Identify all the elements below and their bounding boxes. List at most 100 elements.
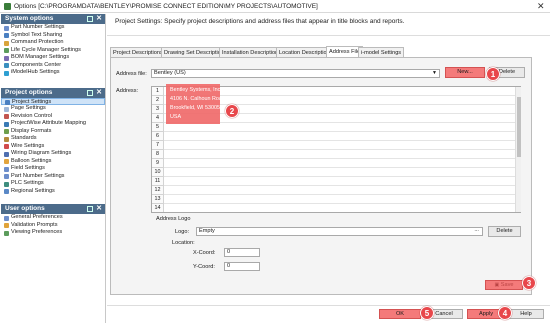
logo-group-label: Address Logo [156,216,191,222]
address-file-value: Bentley (US) [154,70,186,76]
line-number: 10 [152,168,164,177]
sidebar-item-wiring-diagram[interactable]: Wiring Diagram Settings [1,150,105,158]
viewing-icon [4,230,9,236]
sidebar-item-viewing-preferences[interactable]: Viewing Preferences [1,229,105,237]
wiring-diagram-icon [4,151,9,157]
plc-icon [4,181,9,187]
line-number: 8 [152,150,164,159]
ycoord-input[interactable]: 0 [224,262,260,271]
line-number: 7 [152,141,164,150]
sidebar-item-page-settings[interactable]: Page Settings [1,105,105,113]
standards-icon [4,136,9,142]
address-line: Bentley Systems, Inc. [170,87,222,93]
xcoord-label: X-Coord: [193,250,216,256]
collapse-icon[interactable]: ✕ [96,88,102,98]
sidebar-item-display-formats[interactable]: Display Formats [1,128,105,136]
save-label: Save [500,282,514,288]
app-icon [4,3,11,10]
system-options-group: System options ✕ Part Number Settings Sy… [1,14,105,77]
components-icon [4,63,9,68]
tab-installation-descriptions[interactable]: Installation Descriptions [219,47,285,57]
sidebar-item-wire-settings[interactable]: Wire Settings [1,143,105,151]
user-options-header[interactable]: User options ✕ [1,204,105,214]
title-bar: Options [C:\PROGRAMDATA\BENTLEY\PROMISE … [0,0,550,13]
line-number: 1 [152,87,164,96]
symbol-icon [4,33,9,38]
part-number-icon [4,25,9,31]
save-icon: ▣ [494,282,500,288]
sidebar-item-plc-settings[interactable]: PLC Settings [1,180,105,188]
pin-icon[interactable] [87,89,93,96]
pin-icon[interactable] [87,206,93,212]
revision-icon [4,114,9,119]
collapse-icon[interactable]: ✕ [96,204,102,214]
sidebar-item-life-cycle-manager[interactable]: Life Cycle Manager Settings [1,47,105,55]
sidebar-item-components-center[interactable]: Components Center [1,62,105,70]
address-scrollbar[interactable] [515,87,521,212]
system-options-header[interactable]: System options ✕ [1,14,105,24]
sidebar-item-balloon-settings[interactable]: Balloon Settings [1,158,105,166]
line-number: 4 [152,114,164,123]
sidebar-item-standards[interactable]: Standards [1,135,105,143]
logo-value: Empty [199,228,215,234]
close-icon[interactable]: ✕ [537,1,545,12]
preferences-icon [4,215,9,221]
sidebar-item-symbol-text-sharing[interactable]: Symbol Text Sharing [1,32,105,40]
user-options-title: User options [5,205,45,212]
sidebar-item-bom-manager[interactable]: BOM Manager Settings [1,54,105,62]
logo-field[interactable]: Empty ... [196,227,483,236]
line-number: 13 [152,195,164,204]
sidebar-item-general-preferences[interactable]: General Preferences [1,214,105,222]
location-label: Location: [172,240,195,246]
sidebar-item-projectwise-mapping[interactable]: ProjectWise Attribute Mapping [1,120,105,128]
new-button[interactable]: New... [445,67,485,78]
line-number: 6 [152,132,164,141]
chevron-down-icon: ▼ [432,70,437,76]
lock-icon [4,40,9,46]
projectwise-icon [4,121,9,127]
line-number: 12 [152,186,164,195]
options-sidebar: System options ✕ Part Number Settings Sy… [1,14,106,323]
wire-icon [4,144,9,149]
pin-icon[interactable] [87,16,93,22]
sidebar-item-part-number-settings-2[interactable]: Part Number Settings [1,173,105,181]
sidebar-item-regional-settings[interactable]: Regional Settings [1,188,105,196]
sidebar-item-command-protection[interactable]: Command Protection [1,39,105,47]
sidebar-item-imodelhub[interactable]: iModelHub Settings [1,69,105,77]
line-number: 14 [152,204,164,212]
window-title: Options [C:\PROGRAMDATA\BENTLEY\PROMISE … [14,3,318,10]
sidebar-item-project-settings[interactable]: Project Settings [1,97,105,105]
xcoord-input[interactable]: 0 [224,248,260,257]
address-line: USA [170,114,182,120]
line-number: 9 [152,159,164,168]
sidebar-item-part-number-settings[interactable]: Part Number Settings [1,24,105,32]
sidebar-item-field-settings[interactable]: Field Settings [1,165,105,173]
page-description: Project Settings: Specify project descri… [115,18,405,25]
address-line: Brookfield, WI 53005 [170,105,221,111]
ycoord-label: Y-Coord: [193,264,215,270]
part-number-icon [4,174,9,179]
ok-button[interactable]: OK [379,309,421,319]
sidebar-item-revision-control[interactable]: Revision Control [1,113,105,121]
field-icon [4,166,9,172]
callout-badge: 5 [420,306,434,320]
globe-icon [4,189,9,194]
scroll-thumb[interactable] [517,97,521,157]
balloon-icon [4,159,9,164]
tab-imodel-settings[interactable]: i-model Settings [358,47,405,57]
help-button[interactable]: Help [508,309,544,319]
save-button[interactable]: ▣ Save [485,280,523,290]
collapse-icon[interactable]: ✕ [96,14,102,24]
address-file-select[interactable]: Bentley (US) ▼ [151,69,440,78]
line-number: 3 [152,105,164,114]
line-number: 5 [152,123,164,132]
delete-logo-button[interactable]: Delete [488,226,521,237]
page-header: Project Settings: Specify project descri… [107,14,550,36]
logo-label: Logo: [175,229,189,235]
tab-project-descriptions[interactable]: Project Descriptions [110,47,166,57]
project-options-header[interactable]: Project options ✕ [1,87,105,98]
address-line: 4106 N. Calhoun Road, [170,96,227,102]
browse-icon[interactable]: ... [474,228,479,234]
callout-badge: 2 [225,104,239,118]
sidebar-item-validation-prompts[interactable]: Validation Prompts [1,222,105,230]
